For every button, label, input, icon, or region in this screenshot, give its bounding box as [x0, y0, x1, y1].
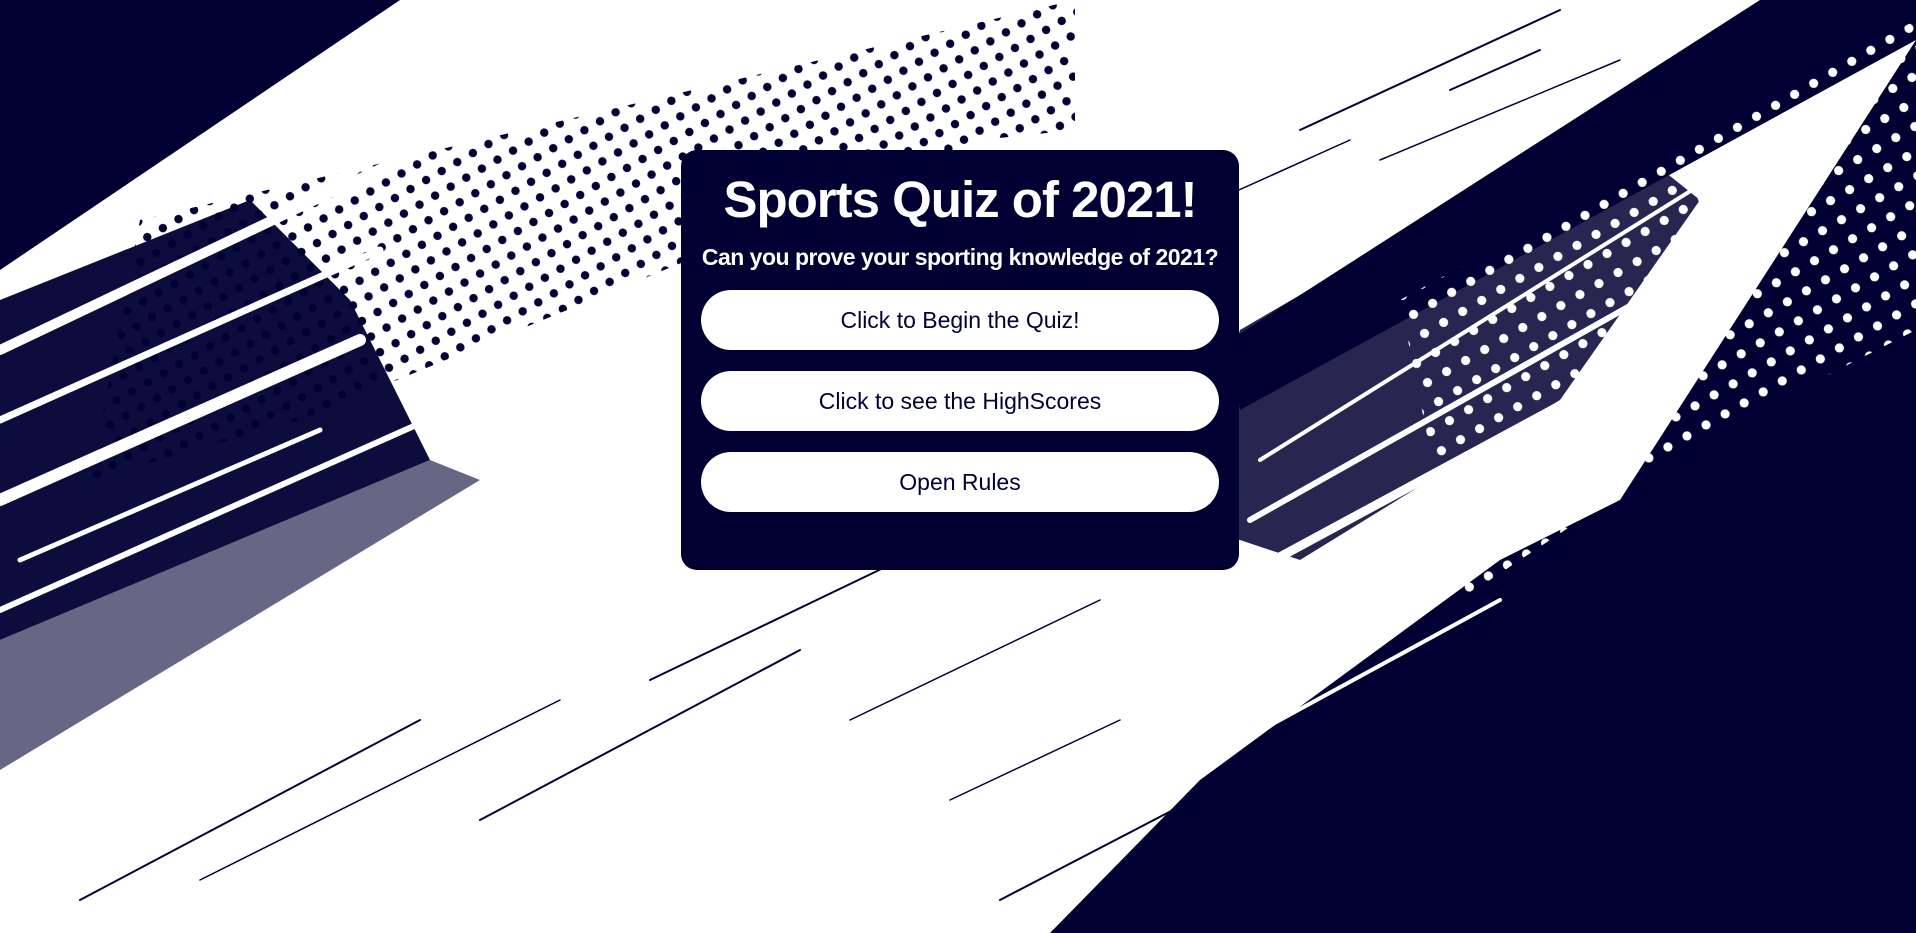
quiz-title: Sports Quiz of 2021! [723, 171, 1197, 228]
open-rules-button[interactable]: Open Rules [701, 452, 1219, 512]
highscores-button[interactable]: Click to see the HighScores [701, 371, 1219, 431]
quiz-start-panel: Sports Quiz of 2021! Can you prove your … [681, 150, 1239, 570]
begin-quiz-button[interactable]: Click to Begin the Quiz! [701, 290, 1219, 350]
page: Sports Quiz of 2021! Can you prove your … [0, 0, 1916, 933]
quiz-subtitle: Can you prove your sporting knowledge of… [701, 244, 1219, 270]
